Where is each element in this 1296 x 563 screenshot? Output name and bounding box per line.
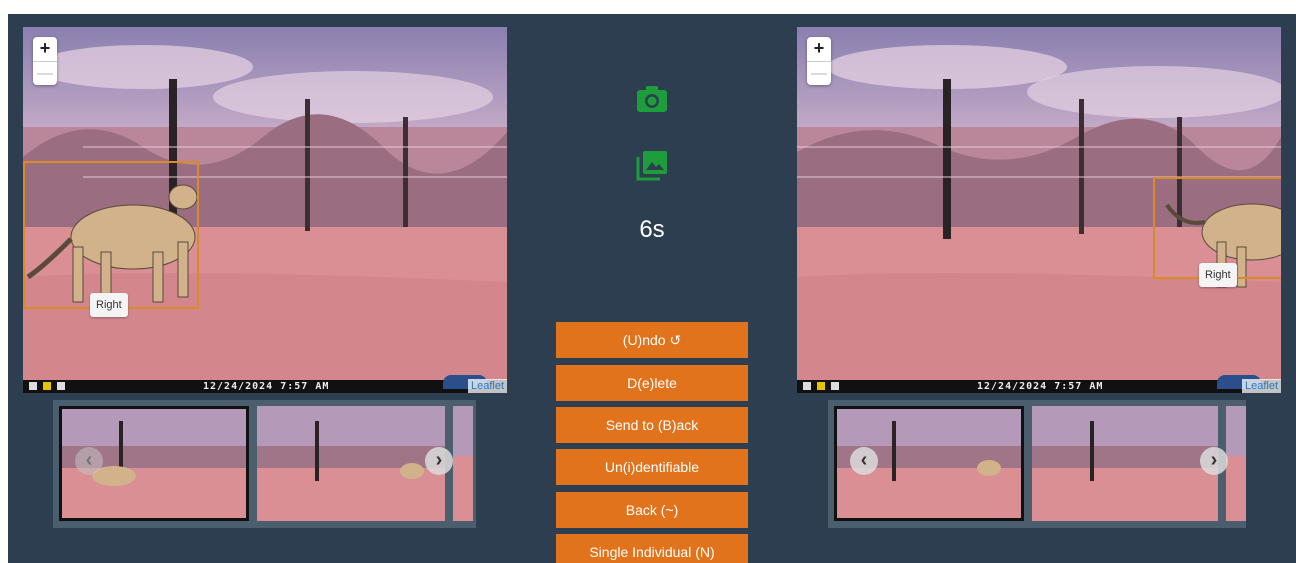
right-image-viewer[interactable]: + — Right 12/24/2024 7:57 AM Leaflet [797,27,1281,393]
leaflet-attribution-link[interactable]: Leaflet [1241,379,1281,393]
zoom-out-button[interactable]: — [807,61,831,85]
left-image-viewer[interactable]: + — Right 12/24/2024 7:57 AM Leaflet [23,27,507,393]
flash-icon [43,382,51,390]
thumbnail-item[interactable] [1032,406,1218,521]
zoom-control-left: + — [33,37,57,85]
send-to-back-button[interactable]: Send to (B)ack [556,407,748,443]
zoom-in-button[interactable]: + [33,37,57,61]
app-root: + — Right 12/24/2024 7:57 AM Leaflet + —… [8,14,1296,563]
camera-status-bar-left: 12/24/2024 7:57 AM [23,375,507,393]
orientation-label-left: Right [90,293,128,317]
thumbnail-next-button[interactable]: › [425,447,453,475]
thumbnail-strip-left: ‹ › [53,400,476,528]
single-individual-button[interactable]: Single Individual (N) [556,534,748,563]
battery-icon [29,382,37,390]
unidentifiable-button[interactable]: Un(i)dentifiable [556,449,748,485]
orientation-label-right: Right [1199,263,1237,287]
thumbnail-item[interactable] [1226,406,1246,521]
photo-library-icon[interactable] [635,148,669,182]
thumbnail-strip-right: ‹ › [828,400,1246,528]
thumbnail-next-button[interactable]: › [1200,447,1228,475]
thumbnail-item[interactable] [257,406,445,521]
delete-button[interactable]: D(e)lete [556,365,748,401]
battery-icon [803,382,811,390]
camera-mode-icon [57,382,65,390]
detection-box-left[interactable] [23,161,199,309]
zoom-in-button[interactable]: + [807,37,831,61]
camera-mode-icon [831,382,839,390]
thumbnail-prev-button[interactable]: ‹ [75,447,103,475]
thumbnail-prev-button[interactable]: ‹ [850,447,878,475]
back-button[interactable]: Back (~) [556,492,748,528]
zoom-out-button[interactable]: — [33,61,57,85]
flash-icon [817,382,825,390]
image-timestamp: 12/24/2024 7:57 AM [977,381,1104,392]
undo-button[interactable]: (U)ndo ↺ [556,322,748,358]
timer-display: 6s [639,216,665,243]
leaflet-attribution-link[interactable]: Leaflet [467,379,507,393]
thumbnail-item[interactable] [453,406,473,521]
zoom-control-right: + — [807,37,831,85]
camera-icon[interactable] [635,82,669,116]
camera-status-bar-right: 12/24/2024 7:57 AM [797,375,1281,393]
image-timestamp: 12/24/2024 7:57 AM [203,381,330,392]
